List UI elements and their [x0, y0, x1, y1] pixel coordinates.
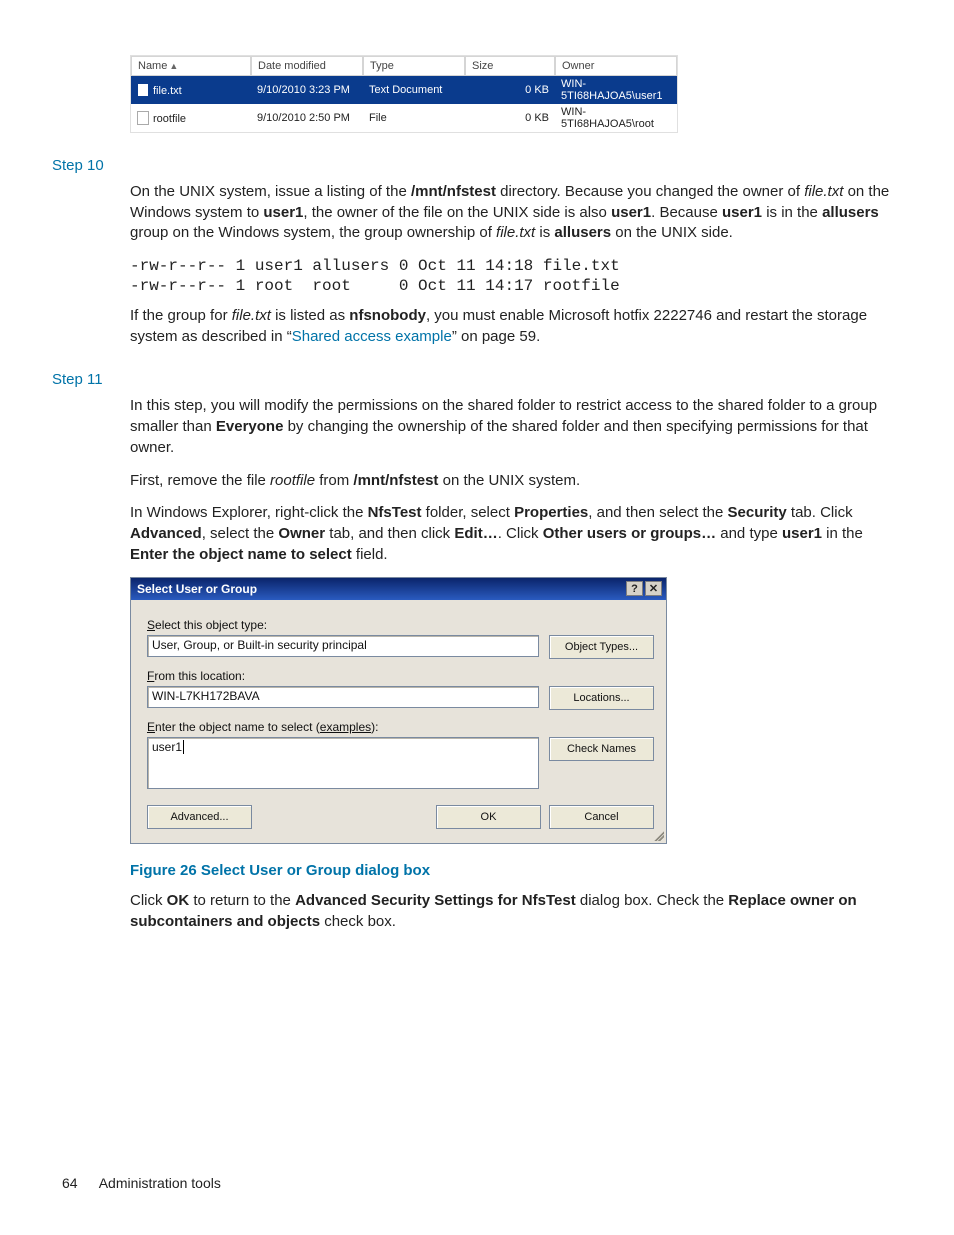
code-listing: -rw-r--r-- 1 user1 allusers 0 Oct 11 14:…	[130, 256, 896, 296]
shared-access-example-link[interactable]: Shared access example	[292, 328, 452, 345]
col-name[interactable]: Name▲	[131, 56, 251, 76]
paragraph: If the group for file.txt is listed as n…	[130, 306, 896, 347]
footer-section: Administration tools	[99, 1175, 221, 1191]
page-number: 64	[62, 1175, 78, 1191]
col-date[interactable]: Date modified	[251, 56, 363, 76]
file-list-table: Name▲ Date modified Type Size Owner file…	[130, 55, 678, 133]
examples-link[interactable]: examples	[320, 720, 371, 734]
paragraph: In Windows Explorer, right-click the Nfs…	[130, 503, 896, 565]
locations-button[interactable]: Locations...	[549, 686, 654, 710]
col-owner[interactable]: Owner	[555, 56, 677, 76]
dialog-title-text: Select User or Group	[137, 582, 257, 596]
dialog-titlebar[interactable]: Select User or Group ? ✕	[131, 578, 666, 600]
sort-asc-icon: ▲	[167, 61, 178, 71]
object-name-input[interactable]: user1	[147, 737, 539, 789]
paragraph: First, remove the file rootfile from /mn…	[130, 471, 896, 492]
page-footer: 64 Administration tools	[62, 1175, 221, 1191]
step-11-heading: Step 11	[52, 371, 896, 388]
advanced-button[interactable]: Advanced...	[147, 805, 252, 829]
col-size[interactable]: Size	[465, 56, 555, 76]
blank-file-icon	[137, 111, 149, 125]
text-file-icon	[137, 83, 149, 97]
object-type-field[interactable]: User, Group, or Built-in security princi…	[147, 635, 539, 657]
ok-button[interactable]: OK	[436, 805, 541, 829]
select-user-or-group-dialog: Select User or Group ? ✕ Select this obj…	[130, 577, 667, 844]
close-button[interactable]: ✕	[645, 581, 662, 596]
figure-caption: Figure 26 Select User or Group dialog bo…	[130, 862, 896, 879]
col-type[interactable]: Type	[363, 56, 465, 76]
caret-icon	[183, 740, 184, 754]
resize-grip-icon[interactable]	[652, 829, 664, 841]
cancel-button[interactable]: Cancel	[549, 805, 654, 829]
table-row[interactable]: file.txt 9/10/2010 3:23 PM Text Document…	[131, 76, 677, 104]
step-10-heading: Step 10	[52, 157, 896, 174]
paragraph: In this step, you will modify the permis…	[130, 396, 896, 458]
paragraph: Click OK to return to the Advanced Secur…	[130, 891, 896, 932]
table-row[interactable]: rootfile 9/10/2010 2:50 PM File 0 KB WIN…	[131, 104, 677, 132]
from-location-label: From this location:	[147, 669, 654, 683]
location-field[interactable]: WIN-L7KH172BAVA	[147, 686, 539, 708]
enter-object-name-label: Enter the object name to select (example…	[147, 720, 654, 734]
help-button[interactable]: ?	[626, 581, 643, 596]
object-types-button[interactable]: Object Types...	[549, 635, 654, 659]
paragraph: On the UNIX system, issue a listing of t…	[130, 182, 896, 244]
check-names-button[interactable]: Check Names	[549, 737, 654, 761]
object-type-label: Select this object type:	[147, 618, 654, 632]
